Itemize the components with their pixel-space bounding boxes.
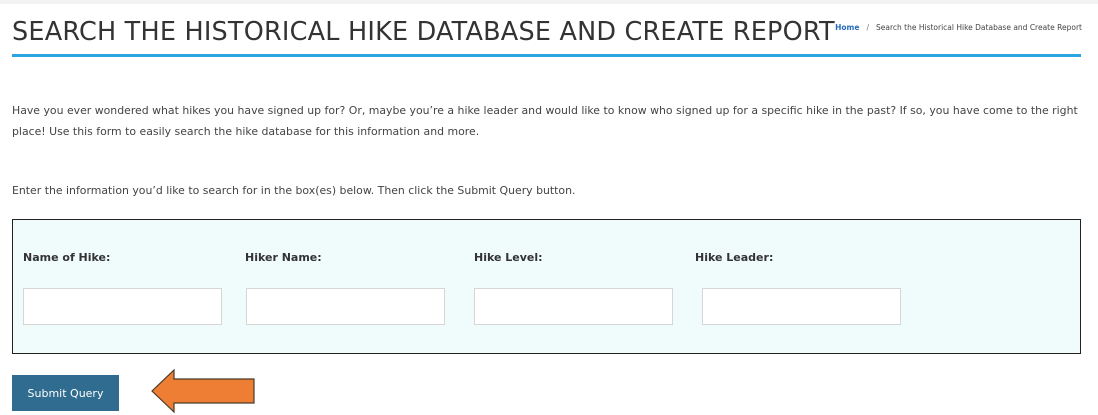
top-strip [0,0,1098,4]
hike-leader-label: Hike Leader: [695,251,774,264]
hiker-name-input[interactable] [246,288,445,325]
breadcrumb-separator: / [866,23,869,32]
hiker-name-label: Hiker Name: [245,251,322,264]
left-arrow-icon [151,368,255,414]
name-of-hike-input[interactable] [23,288,222,325]
instruction-text: Enter the information you’d like to sear… [12,184,576,197]
title-underline [12,54,1081,57]
name-of-hike-label: Name of Hike: [23,251,111,264]
page-title: SEARCH THE HISTORICAL HIKE DATABASE AND … [12,17,835,47]
submit-query-button[interactable]: Submit Query [12,375,119,411]
intro-paragraph: Have you ever wondered what hikes you ha… [12,104,1078,138]
hike-leader-input[interactable] [702,288,901,325]
hike-level-label: Hike Level: [474,251,543,264]
search-form-panel: Name of Hike: Hiker Name: Hike Level: Hi… [12,219,1081,354]
breadcrumb-current: Search the Historical Hike Database and … [876,23,1082,32]
breadcrumb: Home / Search the Historical Hike Database… [835,22,1082,34]
hike-level-input[interactable] [474,288,673,325]
breadcrumb-home-link[interactable]: Home [835,23,859,32]
